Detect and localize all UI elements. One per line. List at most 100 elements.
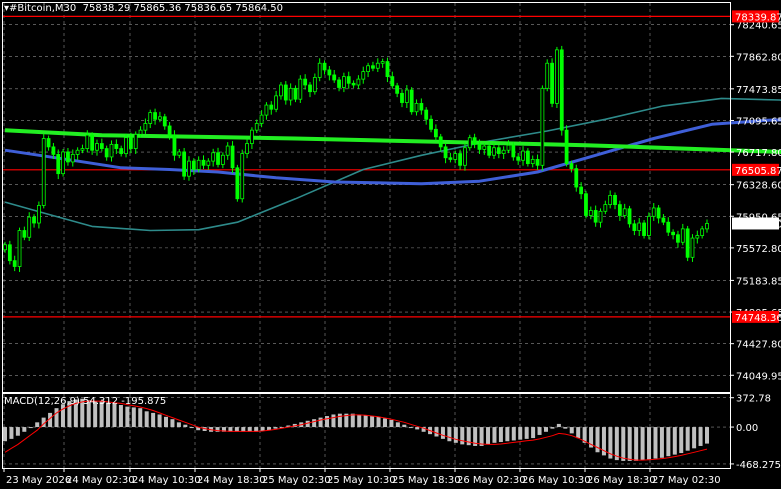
candle-body (3, 244, 7, 251)
candle-body (608, 195, 613, 206)
candle-body (288, 87, 293, 101)
candle-body (17, 230, 22, 267)
candle-body (501, 149, 506, 154)
candle-body (61, 151, 65, 175)
candle-body (250, 129, 254, 144)
candle-body (535, 159, 540, 166)
candle-body (269, 104, 274, 110)
candle-body (220, 154, 225, 165)
time-tick-label: 24 May 18:30 (197, 475, 266, 486)
candle-body (56, 154, 61, 175)
candle-body (395, 85, 400, 94)
candle-body (240, 153, 245, 200)
macd-title: MACD(12,26,9) 54.312 -195.875 (4, 396, 167, 407)
candle-body (622, 208, 627, 216)
candle-body (390, 76, 395, 87)
candle-body (482, 145, 487, 150)
candle-body (235, 167, 240, 200)
candle-body (666, 221, 671, 233)
candle-body (661, 217, 666, 223)
candle-body (569, 163, 574, 170)
macd-bar (60, 404, 65, 428)
candle-body (506, 144, 511, 151)
candle-body (351, 82, 356, 86)
macd-bar (518, 427, 523, 440)
candle-body (559, 49, 564, 131)
price-tick-label: 77095.65 (736, 116, 781, 127)
candle-body (414, 102, 419, 113)
macd-bar (125, 406, 130, 428)
candle-body (593, 210, 598, 223)
macd-bar (537, 427, 542, 435)
candle-body (196, 159, 201, 170)
macd-panel (3, 398, 709, 461)
macd-bar (22, 427, 27, 432)
macd-bar (312, 419, 317, 428)
candle-body (341, 76, 346, 88)
candle-body (632, 223, 637, 231)
candle-body (124, 137, 128, 154)
candle-body (676, 234, 680, 243)
candle-body (400, 92, 404, 103)
time-tick-label: 24 May 10:30 (132, 475, 201, 486)
candle-body (75, 149, 80, 155)
price-marker-label: 78339.87 (735, 12, 781, 23)
candle-body (274, 95, 279, 110)
candle-body (177, 151, 182, 156)
time-tick-label: 23 May 2026 (6, 475, 71, 486)
time-tick-label: 24 May 02:30 (66, 475, 135, 486)
candle-body (472, 137, 477, 145)
macd-bar (3, 427, 7, 442)
macd-signal-line (4, 400, 708, 461)
macd-bar (685, 427, 690, 451)
candle-body (579, 186, 584, 195)
macd-bar (486, 427, 491, 445)
candle-body (264, 104, 269, 116)
macd-bar (318, 417, 323, 428)
macd-bar (151, 412, 156, 428)
candle-body (521, 150, 525, 161)
price-chart[interactable]: 78240.6577862.8077473.8577095.6576717.80… (0, 0, 781, 489)
candle-body (656, 207, 661, 219)
macd-bar (647, 427, 652, 460)
candle-body (371, 65, 375, 69)
candle-body (690, 237, 695, 258)
chart-title: ▾#Bitcoin,M30 75838.29 75865.36 75836.65… (4, 3, 283, 14)
candle-body (467, 137, 472, 149)
candle-body (525, 150, 530, 165)
candle-body (133, 133, 138, 149)
candle-body (574, 168, 579, 188)
macd-bar (138, 408, 143, 428)
macd-bar (325, 416, 330, 428)
macd-tick-label: 372.78 (736, 394, 771, 405)
candle-body (109, 143, 114, 158)
candle-body (41, 138, 46, 206)
macd-bar (659, 427, 664, 458)
price-tick-label: 77862.80 (736, 52, 781, 63)
macd-bar (563, 427, 568, 429)
candle-body (148, 112, 153, 124)
time-axis: 23 May 202624 May 02:3024 May 10:3024 Ma… (3, 468, 721, 486)
candle-body (104, 148, 109, 158)
macd-bar (672, 427, 677, 455)
candle-body (540, 87, 545, 166)
candle-body (303, 78, 308, 86)
candle-body (361, 71, 366, 80)
candle-body (613, 195, 617, 206)
time-tick-label: 26 May 18:30 (587, 475, 656, 486)
candle-body (375, 62, 380, 69)
candle-body (317, 62, 322, 78)
candle-body (322, 62, 327, 71)
macd-bar (382, 418, 387, 428)
moving-averages (4, 97, 781, 232)
candle-body (172, 134, 177, 156)
candle-body (12, 260, 17, 267)
macd-bar (273, 427, 278, 429)
candle-body (637, 222, 642, 231)
price-tick-label: 76717.80 (736, 148, 781, 159)
candle-body (201, 159, 206, 166)
candle-body (259, 114, 264, 124)
macd-bar (189, 427, 194, 429)
candle-body (153, 112, 157, 120)
candle-body (187, 160, 191, 177)
